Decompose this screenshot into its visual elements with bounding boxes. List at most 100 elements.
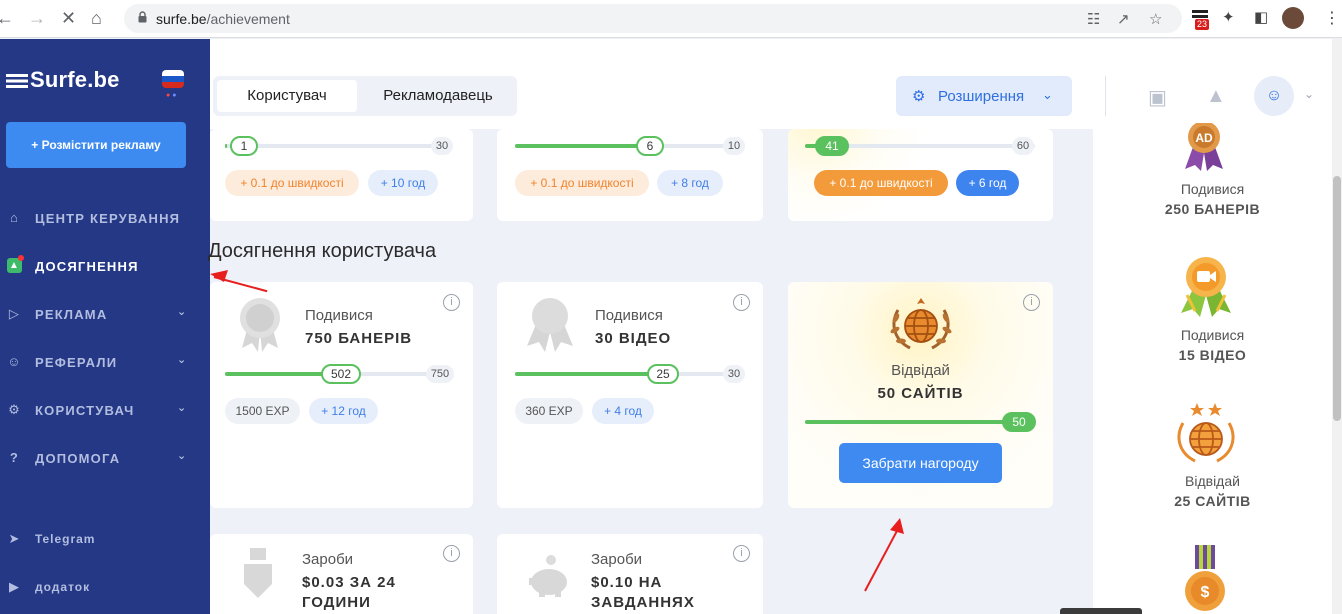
gear-icon: ⚙	[8, 402, 21, 417]
speed-reward: + 0.1 до швидкості	[814, 170, 948, 196]
achievement-subtitle: 30 ВІДЕО	[595, 330, 672, 347]
sidebar-link-telegram[interactable]: ➤ Telegram	[0, 525, 210, 555]
side-panel-icon[interactable]: ◧	[1254, 8, 1268, 26]
chat-icon[interactable]: ▣	[1148, 85, 1167, 110]
right-achievement-subtitle: 15 ВІДЕО	[1178, 347, 1247, 363]
info-icon[interactable]: i	[1023, 294, 1040, 311]
exp-reward: 1500 EXP	[225, 398, 300, 424]
back-icon[interactable]: ←	[0, 9, 14, 27]
badge-icon	[527, 298, 573, 352]
progress-max: 60	[1012, 137, 1034, 155]
progress-max: 30	[431, 137, 453, 155]
right-achievement: Подивися 250 БАНЕРІВ	[1093, 181, 1332, 217]
language-flag-icon[interactable]	[162, 70, 184, 88]
chevron-down-icon: ⌄	[177, 402, 188, 414]
progress-max: 10	[723, 137, 745, 155]
address-bar[interactable]: surfe.be/achievement ☷ ↗ ☆	[124, 4, 1182, 33]
progress-value: 50	[1002, 412, 1036, 432]
info-icon[interactable]: i	[733, 294, 750, 311]
extension-icon[interactable]: 23	[1192, 9, 1210, 30]
piggy-bank-icon	[529, 555, 567, 597]
home-icon[interactable]: ⌂	[91, 9, 102, 27]
chevron-down-icon[interactable]: ⌄	[1304, 87, 1314, 101]
earn-subtitle: ГОДИНИ	[302, 594, 371, 611]
bell-icon[interactable]: ▲	[1206, 85, 1226, 108]
sidebar-item-dashboard[interactable]: ⌂ ЦЕНТР КЕРУВАННЯ	[0, 204, 210, 234]
globe-laurel-icon	[890, 298, 952, 350]
scrollbar[interactable]	[1332, 39, 1342, 614]
right-achievement-title: Подивися	[1180, 327, 1245, 343]
puzzle-icon[interactable]: ✦	[1222, 8, 1235, 26]
chevron-down-icon: ⌄	[1042, 87, 1053, 102]
progress-track	[225, 144, 453, 148]
share-icon[interactable]: ↗	[1117, 10, 1130, 28]
arrowhead-icon	[890, 518, 904, 534]
hours-reward: + 8 год	[657, 170, 723, 196]
hours-reward: + 4 год	[592, 398, 654, 424]
forward-icon[interactable]: →	[28, 9, 46, 27]
help-icon: ?	[9, 450, 20, 465]
right-panel-achievements: AD Подивися 250 БАНЕРІВ Подивися 15 ВІДЕО …	[1093, 123, 1332, 614]
right-achievement-title: Відвідай	[1185, 473, 1240, 489]
speed-reward: + 0.1 до швидкості	[225, 170, 359, 196]
sidebar-item-label: ДОПОМОГА	[35, 451, 121, 466]
achievement-card-top-1: 1 30 + 0.1 до швидкості + 10 год	[210, 129, 473, 221]
user-avatar[interactable]: ☺	[1254, 76, 1294, 116]
sidebar-item-achievements[interactable]: ▲ ДОСЯГНЕННЯ	[0, 252, 210, 282]
sidebar: Surfe.be ●● + Розмістити рекламу ⌂ ЦЕНТР…	[0, 39, 210, 614]
shield-icon	[244, 548, 272, 598]
home-icon: ⌂	[9, 210, 20, 225]
sidebar-item-referrals[interactable]: ☺ РЕФЕРАЛИ ⌄	[0, 348, 210, 378]
translate-icon[interactable]: ☷	[1087, 10, 1100, 28]
info-icon[interactable]: i	[733, 545, 750, 562]
achievement-title: Відвідай	[891, 362, 950, 379]
tab-user[interactable]: Користувач	[217, 80, 357, 112]
progress-track	[515, 144, 745, 148]
play-icon: ▶	[9, 579, 20, 594]
progress-track	[515, 372, 745, 376]
progress-max: 30	[723, 365, 745, 383]
telegram-icon: ➤	[8, 531, 21, 546]
sidebar-item-help[interactable]: ? ДОПОМОГА ⌄	[0, 444, 210, 474]
svg-text:AD: AD	[1195, 131, 1213, 145]
sidebar-item-label: РЕФЕРАЛИ	[35, 355, 118, 370]
progress-value: 6	[636, 136, 664, 156]
logo[interactable]: Surfe.be	[6, 67, 120, 93]
bookmark-star-icon[interactable]: ☆	[1149, 10, 1162, 28]
chevron-down-icon: ⌄	[177, 354, 188, 366]
megaphone-icon: ▷	[8, 306, 21, 321]
sidebar-link-app[interactable]: ▶ додаток	[0, 573, 210, 603]
scrollbar-thumb[interactable]	[1333, 176, 1341, 421]
user-icon: ☺	[1265, 87, 1283, 104]
info-icon[interactable]: i	[443, 545, 460, 562]
more-menu-icon[interactable]: ⋮	[1324, 8, 1340, 28]
info-icon[interactable]: i	[443, 294, 460, 311]
speed-reward: + 0.1 до швидкості	[515, 170, 649, 196]
extensions-button[interactable]: ⚙ Розширення ⌄	[896, 76, 1072, 116]
popup-edge	[1060, 608, 1142, 614]
right-achievement-subtitle: 250 БАНЕРІВ	[1164, 201, 1261, 217]
extension-badge: 23	[1195, 19, 1210, 30]
stop-loading-icon[interactable]: ✕	[61, 9, 76, 27]
sidebar-item-user[interactable]: ⚙ КОРИСТУВАЧ ⌄	[0, 396, 210, 426]
post-ad-button[interactable]: + Розмістити рекламу	[6, 122, 186, 168]
section-title: Досягнення користувача	[208, 240, 437, 262]
chrome-icon: ⚙	[912, 88, 926, 105]
users-icon: ☺	[7, 354, 22, 369]
progress-fill	[225, 144, 228, 148]
earn-title: Зароби	[302, 551, 354, 568]
tab-advertiser[interactable]: Рекламодавець	[363, 80, 513, 112]
progress-max: 750	[426, 365, 454, 383]
achievement-card: Подивися 750 БАНЕРІВ i 502 750 1500 EXP …	[210, 282, 473, 508]
logo-icon	[6, 74, 28, 88]
top-bar: Користувач Рекламодавець ⚙ Розширення ⌄ …	[210, 39, 1342, 129]
svg-text:$: $	[1201, 584, 1210, 601]
achievement-card-top-2: 6 10 + 0.1 до швидкості + 8 год	[497, 129, 763, 221]
earn-subtitle: $0.03 ЗА 24	[302, 574, 396, 591]
sidebar-link-label: Telegram	[35, 532, 96, 546]
profile-avatar[interactable]	[1282, 7, 1304, 29]
earn-card: Зароби $0.10 НА ЗАВДАННЯХ i	[497, 534, 763, 614]
arrowhead-icon	[210, 270, 228, 282]
claim-reward-button[interactable]: Забрати нагороду	[839, 443, 1002, 483]
sidebar-item-ads[interactable]: ▷ РЕКЛАМА ⌄	[0, 300, 210, 330]
